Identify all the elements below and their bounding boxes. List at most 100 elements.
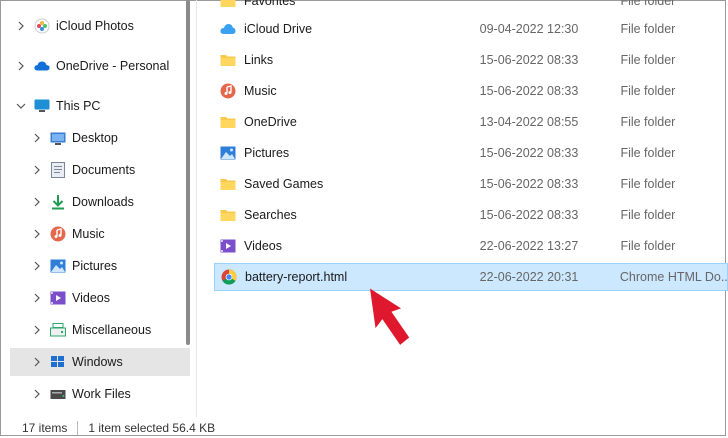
file-date-modified: 15-06-2022 08:33: [479, 208, 579, 222]
file-type: File folder: [620, 239, 676, 253]
folder-icon: [220, 207, 236, 223]
chrome-icon: [221, 269, 237, 285]
sidebar-item-label: OneDrive - Personal: [56, 59, 170, 73]
status-item-count: 17 items: [22, 420, 68, 435]
file-row[interactable]: battery-report.html 22-06-2022 20:31 Chrom…: [214, 263, 728, 291]
chevron-right-icon[interactable]: [30, 387, 44, 401]
file-date-modified: 22-06-2022 20:31: [479, 270, 579, 284]
icloud-photos-icon: [34, 18, 50, 34]
file-row[interactable]: Saved Games 15-06-2022 08:33 File folder: [214, 170, 728, 198]
sidebar-item-label: Music: [72, 227, 105, 241]
sidebar-item-label: Pictures: [72, 259, 118, 273]
pictures-icon: [50, 258, 66, 274]
sidebar-item-this-pc[interactable]: This PC: [10, 92, 184, 120]
file-row[interactable]: Pictures 15-06-2022 08:33 File folder: [214, 139, 728, 167]
chevron-right-icon[interactable]: [14, 59, 28, 73]
music-icon: [50, 226, 66, 242]
pointer-arrow-icon: [369, 288, 410, 345]
sidebar-item-label: iCloud Photos: [56, 19, 134, 33]
folder-icon: [220, 0, 236, 9]
status-separator: [77, 420, 79, 435]
file-type: File folder: [620, 84, 676, 98]
file-row[interactable]: Searches 15-06-2022 08:33 File folder: [214, 201, 728, 229]
file-name: Favorites: [244, 0, 296, 8]
desktop-icon: [50, 130, 66, 146]
file-date-modified: 13-04-2022 08:55: [479, 115, 579, 129]
chevron-right-icon[interactable]: [30, 131, 44, 145]
windows-drive-icon: [50, 354, 66, 370]
status-bar: 17 items 1 item selected 56.4 KB: [0, 417, 728, 438]
sidebar-item-videos[interactable]: Videos: [10, 284, 190, 312]
file-date-modified: 15-06-2022 08:33: [479, 53, 579, 67]
file-type: File folder: [620, 115, 676, 129]
file-row[interactable]: Links 15-06-2022 08:33 File folder: [214, 46, 728, 74]
file-date-modified: 22-06-2022 13:27: [479, 239, 579, 253]
file-type: File folder: [620, 208, 676, 222]
this-pc-icon: [34, 98, 50, 114]
videos-icon: [50, 290, 66, 306]
drive-icon: [50, 322, 66, 338]
chevron-right-icon[interactable]: [14, 19, 28, 33]
work-drive-icon: [50, 386, 66, 402]
chevron-right-icon[interactable]: [30, 195, 44, 209]
sidebar-item-miscellaneous[interactable]: Miscellaneous: [10, 316, 190, 344]
videos-icon: [220, 238, 236, 254]
sidebar-item-label: Miscellaneous: [72, 323, 152, 337]
file-type: File folder: [620, 146, 676, 160]
onedrive-icon: [34, 58, 50, 74]
file-name: Searches: [244, 208, 297, 222]
sidebar-item-onedrive-personal[interactable]: OneDrive - Personal: [10, 52, 184, 80]
file-name: Pictures: [244, 146, 290, 160]
sidebar-item-label: This PC: [56, 99, 101, 113]
folder-icon: [220, 114, 236, 130]
file-date-modified: 15-06-2022 08:33: [479, 84, 579, 98]
sidebar-item-icloud-photos[interactable]: iCloud Photos: [10, 12, 184, 40]
sidebar-item-work-files[interactable]: Work Files: [10, 380, 190, 408]
sidebar-item-windows[interactable]: Windows: [10, 348, 190, 376]
file-name: Videos: [244, 239, 282, 253]
file-name: Links: [244, 53, 274, 67]
status-selection: 1 item selected 56.4 KB: [88, 420, 216, 435]
chevron-right-icon[interactable]: [30, 291, 44, 305]
file-row[interactable]: Music 15-06-2022 08:33 File folder: [214, 77, 728, 105]
file-row[interactable]: Favorites File folder: [214, 0, 728, 15]
file-type: File folder: [620, 53, 676, 67]
sidebar-item-downloads[interactable]: Downloads: [10, 188, 190, 216]
file-row[interactable]: Videos 22-06-2022 13:27 File folder: [214, 232, 728, 260]
sidebar-item-music[interactable]: Music: [10, 220, 190, 248]
file-date-modified: 09-04-2022 12:30: [479, 22, 579, 36]
icloud-drive-icon: [220, 21, 236, 37]
file-name: iCloud Drive: [244, 22, 313, 36]
sidebar-item-label: Documents: [72, 163, 136, 177]
sidebar-item-label: Downloads: [72, 195, 134, 209]
sidebar-item-documents[interactable]: Documents: [10, 156, 190, 184]
file-row[interactable]: iCloud Drive 09-04-2022 12:30 File folder: [214, 15, 728, 43]
folder-icon: [220, 52, 236, 68]
sidebar-item-label: Desktop: [72, 131, 118, 145]
sidebar-item-label: Work Files: [72, 387, 131, 401]
pictures-icon: [220, 145, 236, 161]
file-type: File folder: [620, 0, 676, 8]
file-list: Favorites File folder iCloud Drive 09-04-20…: [214, 0, 728, 417]
pane-divider[interactable]: [196, 0, 197, 417]
file-name: Music: [244, 84, 277, 98]
sidebar-item-desktop[interactable]: Desktop: [10, 124, 190, 152]
file-name: Saved Games: [244, 177, 324, 191]
chevron-right-icon[interactable]: [30, 323, 44, 337]
chevron-right-icon[interactable]: [30, 163, 44, 177]
chevron-right-icon[interactable]: [30, 227, 44, 241]
chevron-right-icon[interactable]: [30, 259, 44, 273]
file-name: OneDrive: [244, 115, 297, 129]
file-date-modified: 15-06-2022 08:33: [479, 146, 579, 160]
music-icon: [220, 83, 236, 99]
file-row[interactable]: OneDrive 13-04-2022 08:55 File folder: [214, 108, 728, 136]
nav-scrollbar[interactable]: [186, 0, 190, 345]
chevron-down-icon[interactable]: [14, 99, 28, 113]
chevron-right-icon[interactable]: [30, 355, 44, 369]
documents-icon: [50, 162, 66, 178]
sidebar-item-label: Windows: [72, 355, 123, 369]
sidebar-item-pictures[interactable]: Pictures: [10, 252, 190, 280]
folder-icon: [220, 176, 236, 192]
navigation-pane: iCloud Photos OneDrive - Personal This PC D…: [0, 0, 190, 417]
downloads-icon: [50, 194, 66, 210]
